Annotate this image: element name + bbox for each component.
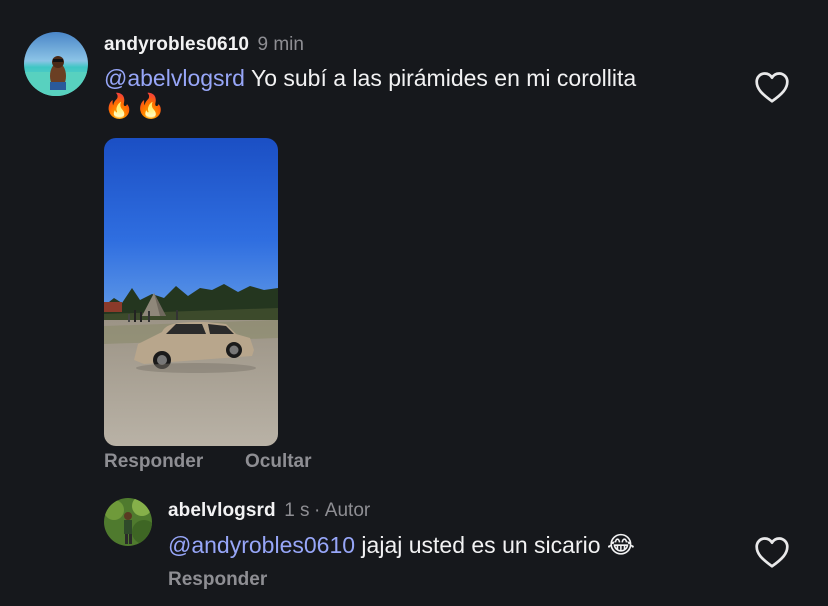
photo-car-pyramids [104, 138, 278, 446]
heart-outline-icon [755, 72, 789, 103]
author-badge: Autor [324, 500, 371, 521]
reply-body: @andyrobles0610 jajaj usted es un sicari… [168, 529, 635, 562]
comment-username[interactable]: andyrobles0610 [104, 34, 249, 55]
reply-button[interactable]: Responder [104, 451, 203, 473]
reply-avatar[interactable] [104, 498, 152, 546]
reply-username[interactable]: abelvlogsrd [168, 500, 276, 521]
like-reply-button[interactable] [754, 535, 790, 569]
comment-header: andyrobles0610 9 min [104, 34, 304, 56]
reply-reply-button[interactable]: Responder [168, 569, 267, 591]
reply-header: abelvlogsrd 1 s · Autor [168, 500, 370, 522]
avatar[interactable] [24, 32, 88, 96]
hide-button[interactable]: Ocultar [245, 451, 312, 473]
like-comment-button[interactable] [754, 70, 790, 104]
avatar-image [104, 498, 152, 546]
reply-emoji: 😂 [606, 532, 635, 559]
comment-timestamp: 9 min [257, 34, 304, 55]
comment-photo[interactable] [104, 138, 278, 446]
comment-mention[interactable]: @abelvlogsrd [104, 65, 245, 91]
comment-emoji: 🔥🔥 [104, 93, 168, 120]
reply-separator: · [314, 500, 321, 521]
reply-timestamp: 1 s [284, 500, 310, 521]
heart-outline-icon [755, 537, 789, 568]
comment-text: Yo subí a las pirámides en mi corollita [244, 65, 637, 91]
reply-text: jajaj usted es un sicario [355, 532, 601, 558]
comments-screen: andyrobles0610 9 min @abelvlogsrd Yo sub… [0, 0, 828, 606]
comment-body: @abelvlogsrd Yo subí a las pirámides en … [104, 62, 744, 94]
reply-mention[interactable]: @andyrobles0610 [168, 532, 355, 558]
avatar-image [24, 32, 88, 96]
